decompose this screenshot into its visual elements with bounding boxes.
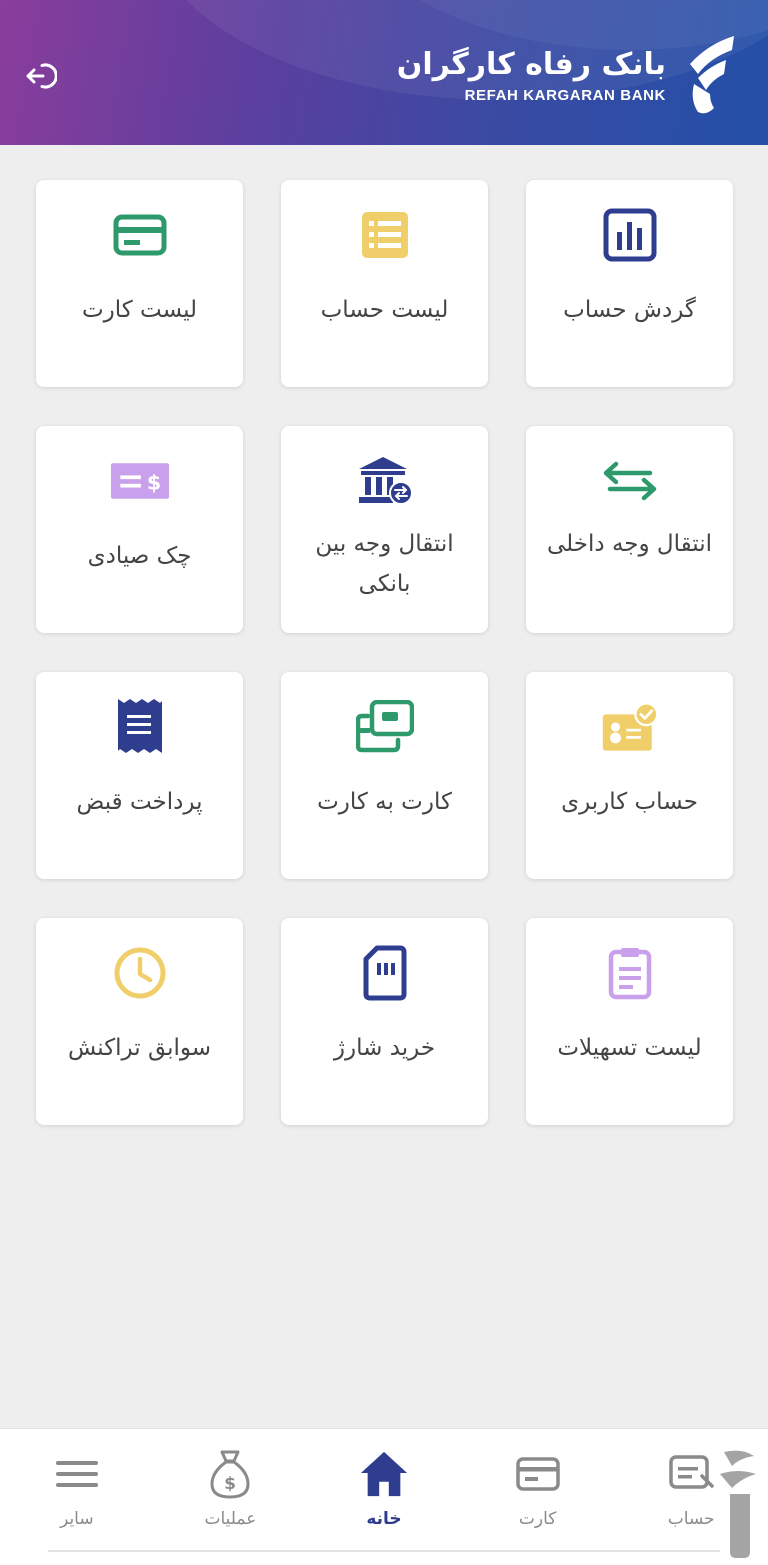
nav-tab-label: سایر xyxy=(60,1509,94,1529)
bottom-navigation: حساب کارت خانه $ عملیات سایر xyxy=(0,1428,768,1565)
nav-tab-home[interactable]: خانه xyxy=(307,1429,461,1565)
services-grid: گردش حساب لیست حساب لیست کارت انتقال وجه… xyxy=(35,180,733,1125)
bank-logo-icon xyxy=(690,36,734,114)
user-id-icon xyxy=(601,698,659,756)
brand-name-fa: بانک رفاه کارگران xyxy=(396,46,666,82)
logout-icon xyxy=(26,63,57,89)
tile-interbank-transfer[interactable]: انتقال وجه بین بانکی xyxy=(281,426,488,633)
card-icon xyxy=(513,1449,563,1499)
clipboard-icon xyxy=(601,944,659,1002)
tile-card-to-card[interactable]: کارت به کارت xyxy=(281,672,488,879)
tile-label: انتقال وجه بین بانکی xyxy=(315,531,454,597)
transfer-arrows-icon xyxy=(601,452,659,510)
svg-text:$: $ xyxy=(225,1474,237,1494)
tile-card-list[interactable]: لیست کارت xyxy=(36,180,243,387)
brand-name-en: REFAH KARGARAN BANK xyxy=(464,86,666,104)
tile-user-account[interactable]: حساب کاربری xyxy=(526,672,733,879)
tile-label: سوابق تراکنش xyxy=(67,1035,212,1061)
tile-sayad-cheque[interactable]: $ چک صیادی xyxy=(36,426,243,633)
bank-brand: بانک رفاه کارگران REFAH KARGARAN BANK xyxy=(397,30,740,120)
tile-label: حساب کاربری xyxy=(561,789,698,815)
bar-chart-icon xyxy=(601,206,659,264)
nav-tab-operations[interactable]: $ عملیات xyxy=(154,1429,308,1565)
tile-label: لیست کارت xyxy=(81,297,198,323)
credit-card-icon xyxy=(111,206,169,264)
clock-icon xyxy=(111,944,169,1002)
app-header: بانک رفاه کارگران REFAH KARGARAN BANK xyxy=(0,0,768,145)
tile-label: کارت به کارت xyxy=(317,789,452,815)
nav-tab-label: خانه xyxy=(366,1509,402,1529)
nav-tab-card[interactable]: کارت xyxy=(461,1429,615,1565)
home-icon xyxy=(359,1449,409,1499)
card-to-card-icon xyxy=(355,698,414,756)
tile-label: گردش حساب xyxy=(563,297,696,323)
tile-internal-transfer[interactable]: انتقال وجه داخلی xyxy=(526,426,733,633)
tile-account-list[interactable]: لیست حساب xyxy=(281,180,488,387)
tile-label: لیست تسهیلات xyxy=(557,1035,702,1061)
tile-loan-list[interactable]: لیست تسهیلات xyxy=(526,918,733,1125)
home-indicator xyxy=(48,1550,720,1552)
tile-account-turnover[interactable]: گردش حساب xyxy=(526,180,733,387)
menu-icon xyxy=(52,1449,102,1499)
money-bag-icon: $ xyxy=(205,1449,255,1499)
nav-tab-other[interactable]: سایر xyxy=(0,1429,154,1565)
sim-card-icon xyxy=(356,944,414,1002)
bank-icon xyxy=(356,452,414,510)
tile-buy-charge[interactable]: خرید شارژ xyxy=(281,918,488,1125)
tile-label: پرداخت قبض xyxy=(76,789,203,815)
tile-bill-payment[interactable]: پرداخت قبض xyxy=(36,672,243,879)
receipt-icon xyxy=(111,698,169,756)
tile-label: خرید شارژ xyxy=(333,1035,436,1061)
nav-tab-label: عملیات xyxy=(204,1509,257,1529)
tile-transaction-history[interactable]: سوابق تراکنش xyxy=(36,918,243,1125)
logout-button[interactable] xyxy=(22,58,58,94)
cheque-icon: $ xyxy=(110,452,169,510)
tile-label: لیست حساب xyxy=(320,297,449,323)
nav-tab-label: کارت xyxy=(518,1509,557,1529)
store-watermark-icon xyxy=(720,1450,756,1558)
tile-label: انتقال وجه داخلی xyxy=(547,531,712,557)
svg-text:$: $ xyxy=(146,470,160,494)
list-icon xyxy=(356,206,414,264)
tile-label: چک صیادی xyxy=(87,543,192,569)
